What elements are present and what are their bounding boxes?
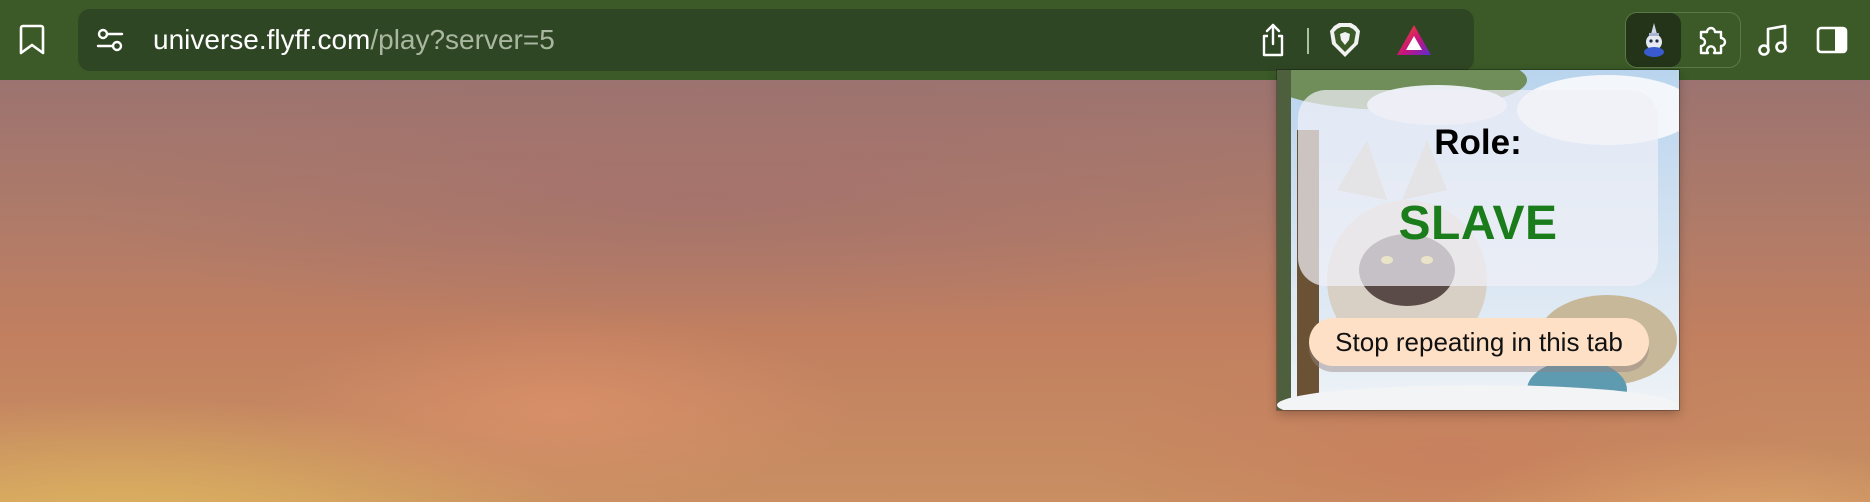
extension-icon [1639, 22, 1669, 58]
extensions-menu-button[interactable] [1686, 14, 1738, 66]
bookmark-icon [19, 24, 45, 56]
browser-toolbar: universe.flyff.com/play?server=5 [0, 0, 1870, 80]
url-path: /play?server=5 [370, 24, 555, 55]
music-note-icon [1758, 24, 1788, 56]
role-label: Role: [1434, 123, 1522, 162]
brave-rewards-button[interactable] [1388, 14, 1440, 66]
share-icon [1260, 23, 1286, 57]
site-settings-icon [95, 25, 125, 55]
share-button[interactable] [1247, 14, 1299, 66]
url-host: universe.flyff.com [153, 24, 371, 55]
site-settings-button[interactable] [84, 14, 136, 66]
sidebar-button[interactable] [1806, 14, 1858, 66]
puzzle-piece-icon [1695, 23, 1729, 57]
active-extension-icon-button[interactable] [1628, 14, 1680, 66]
role-card: Role: SLAVE [1298, 90, 1658, 286]
media-button[interactable] [1747, 14, 1799, 66]
address-bar[interactable]: universe.flyff.com/play?server=5 [78, 9, 1474, 71]
brave-rewards-icon [1395, 23, 1433, 57]
stop-repeating-button[interactable]: Stop repeating in this tab [1309, 318, 1649, 366]
url-bar-divider [1307, 28, 1309, 54]
url-text[interactable]: universe.flyff.com/play?server=5 [153, 9, 555, 71]
sidebar-icon [1816, 26, 1848, 54]
brave-shields-icon [1328, 22, 1362, 58]
role-value: SLAVE [1398, 197, 1558, 250]
bookmark-button[interactable] [6, 14, 58, 66]
brave-shields-button[interactable] [1319, 14, 1371, 66]
extension-popup: Role: SLAVE Stop repeating in this tab [1277, 70, 1679, 410]
